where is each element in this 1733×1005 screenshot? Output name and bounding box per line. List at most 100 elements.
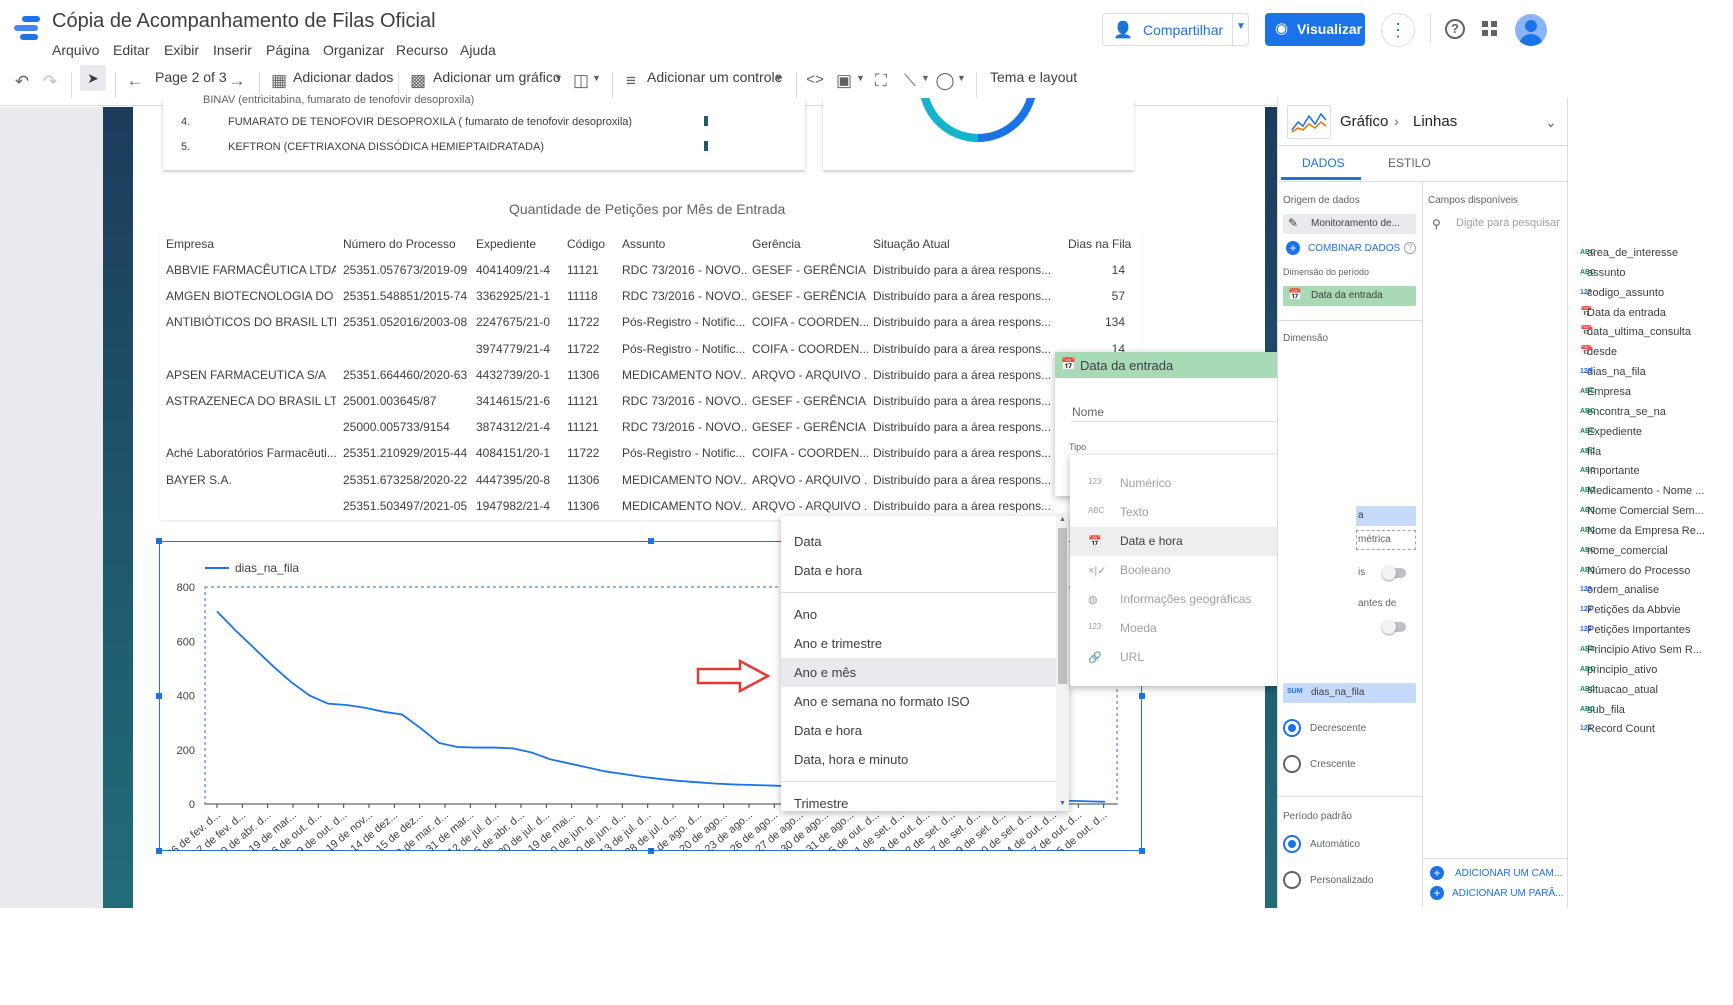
menu-arquivo[interactable]: Arquivo xyxy=(52,42,99,58)
radio-custom[interactable] xyxy=(1283,871,1301,889)
add-parameter-button[interactable]: ADICIONAR UM PARÂ... xyxy=(1452,888,1564,899)
available-field[interactable]: Medicamento - Nome ... xyxy=(1587,485,1704,497)
available-field[interactable]: ordem_analise xyxy=(1587,584,1659,596)
ranking-list-card[interactable]: BINAV (entricitabina, fumarato de tenofo… xyxy=(163,94,805,170)
text-box-icon[interactable]: ⛶ xyxy=(870,71,892,91)
available-field[interactable]: desde xyxy=(1587,346,1617,358)
available-field[interactable]: Principio Ativo Sem R... xyxy=(1587,644,1702,656)
available-field[interactable]: principio_ativo xyxy=(1587,664,1657,676)
embed-code-icon[interactable]: <> xyxy=(804,71,826,88)
period-dimension-chip[interactable]: 📅 Data da entrada xyxy=(1283,286,1416,306)
line-icon[interactable]: ⟍ xyxy=(899,71,921,91)
date-format-option[interactable]: Trimestre xyxy=(781,789,1056,811)
sort-metric-chip[interactable]: SUM dias_na_fila xyxy=(1283,683,1416,703)
add-chart-button[interactable]: Adicionar um gráfico xyxy=(433,69,561,85)
add-data-button[interactable]: Adicionar dados xyxy=(293,69,393,85)
table-cell: 25351.548851/2015-74 xyxy=(343,289,468,304)
available-field[interactable]: dias_na_fila xyxy=(1587,366,1646,378)
image-icon[interactable]: ▣ xyxy=(833,71,855,91)
menu-pagina[interactable]: Página xyxy=(266,42,310,58)
date-format-option[interactable]: Ano e trimestre xyxy=(781,629,1056,658)
select-tool-icon[interactable]: ➤ xyxy=(80,65,106,91)
donut-chart-card[interactable] xyxy=(823,98,1134,170)
undo-icon[interactable]: ↶ xyxy=(11,72,33,92)
available-field[interactable]: sub_fila xyxy=(1587,704,1625,716)
tab-data[interactable]: DADOS xyxy=(1302,156,1345,170)
apps-grid-icon[interactable] xyxy=(1482,21,1498,37)
help-icon[interactable]: ? xyxy=(1404,242,1416,254)
help-icon[interactable]: ? xyxy=(1445,19,1465,39)
chevron-down-icon: ▼ xyxy=(957,73,966,83)
add-circle-icon[interactable]: + xyxy=(1430,886,1444,900)
menu-inserir[interactable]: Inserir xyxy=(213,42,252,58)
available-field[interactable]: Número do Processo xyxy=(1587,565,1690,577)
toggle-switch[interactable] xyxy=(1382,620,1406,634)
scrollbar[interactable]: ▲ ▼ xyxy=(1056,516,1069,811)
available-field[interactable]: Record Count xyxy=(1587,723,1655,735)
redo-icon[interactable]: ↷ xyxy=(39,72,61,92)
add-circle-icon[interactable]: + xyxy=(1286,241,1300,255)
theme-layout-button[interactable]: Tema e layout xyxy=(990,69,1077,85)
date-format-option[interactable]: Data, hora e minuto xyxy=(781,745,1056,774)
next-page-icon[interactable]: → xyxy=(226,71,248,91)
available-field[interactable]: situacao_atual xyxy=(1587,684,1658,696)
available-field[interactable]: nome_comercial xyxy=(1587,545,1668,557)
available-field[interactable]: codigo_assunto xyxy=(1587,287,1664,299)
field-search-input[interactable]: Digite para pesquisar xyxy=(1452,213,1560,233)
radio-automatic[interactable] xyxy=(1283,835,1301,853)
chevron-down-icon[interactable]: ⌄ xyxy=(1545,114,1557,131)
menu-recurso[interactable]: Recurso xyxy=(396,42,448,58)
menu-organizar[interactable]: Organizar xyxy=(323,42,384,58)
filter-control-icon[interactable]: ≡ xyxy=(620,71,642,91)
table-cell: MEDICAMENTO NOV... xyxy=(622,498,747,513)
available-field[interactable]: encontra_se_na xyxy=(1587,406,1666,418)
available-field[interactable]: assunto xyxy=(1587,267,1626,279)
available-field[interactable]: Empresa xyxy=(1587,386,1631,398)
community-viz-icon[interactable]: ◫ xyxy=(570,71,592,91)
add-control-button[interactable]: Adicionar um controle xyxy=(647,69,782,85)
add-chart-icon[interactable]: ▩ xyxy=(407,71,429,91)
shape-icon[interactable]: ◯ xyxy=(934,71,956,91)
blend-data-button[interactable]: COMBINAR DADOS xyxy=(1308,243,1400,254)
available-field[interactable]: Petições Importantes xyxy=(1587,624,1690,636)
share-button[interactable]: 👤 Compartilhar ▼ xyxy=(1102,13,1249,46)
share-dropdown-icon[interactable]: ▼ xyxy=(1236,21,1246,32)
date-format-option[interactable]: Data e hora xyxy=(781,716,1056,745)
chart-type-icon[interactable] xyxy=(1287,105,1331,139)
available-field[interactable]: data_ultima_consulta xyxy=(1587,326,1691,338)
prev-page-icon[interactable]: ← xyxy=(124,71,146,91)
data-source-chip[interactable]: ✎ Monitoramento de... xyxy=(1283,214,1416,234)
report-title[interactable]: Cópia de Acompanhamento de Filas Oficial xyxy=(52,10,436,33)
date-format-option[interactable]: Ano e semana no formato ISO xyxy=(781,687,1056,716)
available-field[interactable]: area_de_interesse xyxy=(1587,247,1678,259)
view-button[interactable]: ◉ Visualizar xyxy=(1265,13,1365,46)
add-field-button[interactable]: ADICIONAR UM CAM... xyxy=(1455,868,1562,879)
page-indicator: Page 2 of 3 xyxy=(155,69,227,85)
available-field[interactable]: fila xyxy=(1587,446,1601,458)
available-field[interactable]: Nome da Empresa Re... xyxy=(1587,525,1705,537)
menu-editar[interactable]: Editar xyxy=(113,42,150,58)
add-circle-icon[interactable]: + xyxy=(1430,866,1444,880)
add-data-icon[interactable]: ▦ xyxy=(268,71,290,91)
date-format-option[interactable]: Ano xyxy=(781,600,1056,629)
available-field[interactable]: Data da entrada xyxy=(1587,307,1666,319)
menu-exibir[interactable]: Exibir xyxy=(164,42,199,58)
table-cell: 25351.664460/2020-63 xyxy=(343,367,468,382)
tab-style[interactable]: ESTILO xyxy=(1388,156,1431,170)
looker-logo-icon[interactable] xyxy=(14,14,42,44)
radio-descending[interactable] xyxy=(1283,719,1301,737)
date-format-option[interactable]: Data xyxy=(781,527,1056,556)
pencil-icon[interactable]: ✎ xyxy=(1288,216,1298,230)
available-field[interactable]: Nome Comercial Sem... xyxy=(1587,505,1704,517)
toggle-switch[interactable] xyxy=(1382,566,1406,580)
date-format-option[interactable]: Ano e mês xyxy=(781,658,1056,687)
menu-ajuda[interactable]: Ajuda xyxy=(460,42,496,58)
metric-chip-partial[interactable] xyxy=(1356,506,1416,526)
date-format-option[interactable]: Data e hora xyxy=(781,556,1056,585)
available-field[interactable]: Petições da Abbvie xyxy=(1587,604,1681,616)
avatar[interactable] xyxy=(1515,14,1547,46)
available-field[interactable]: Expediente xyxy=(1587,426,1642,438)
more-options-icon[interactable]: ⋮ xyxy=(1381,13,1415,47)
radio-ascending[interactable] xyxy=(1283,755,1301,773)
available-field[interactable]: Importante xyxy=(1587,465,1640,477)
